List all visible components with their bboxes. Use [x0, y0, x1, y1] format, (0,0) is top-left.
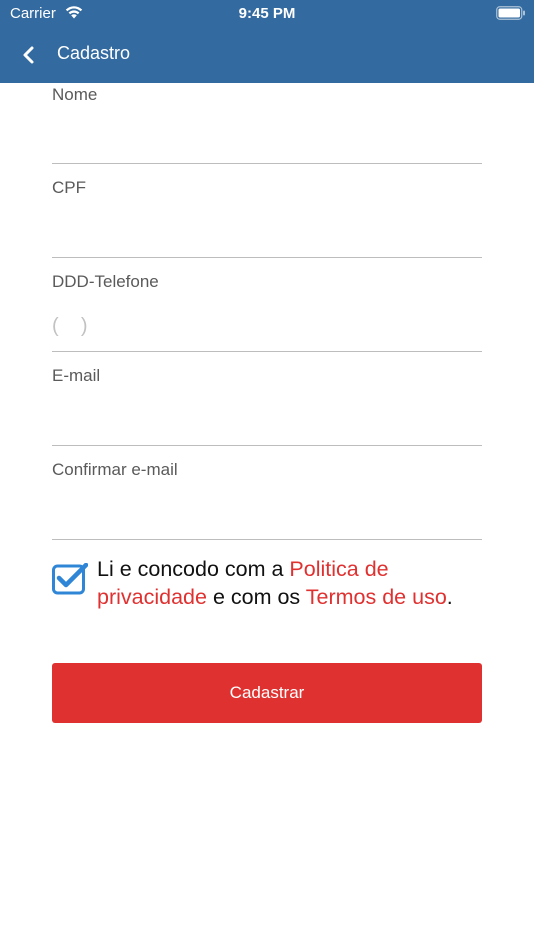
checkbox-checked-icon[interactable] — [52, 563, 88, 595]
field-nome: Nome — [52, 83, 482, 164]
cpf-input[interactable] — [52, 212, 482, 252]
terms-text: Li e concodo com a Politica de privacida… — [97, 555, 482, 611]
field-email: E-mail — [52, 352, 482, 446]
cadastrar-button[interactable]: Cadastrar — [52, 663, 482, 723]
battery-icon — [496, 6, 525, 20]
email-input[interactable] — [52, 400, 482, 440]
field-confirmar-email: Confirmar e-mail — [52, 446, 482, 540]
nome-input[interactable] — [52, 109, 482, 149]
status-time: 9:45 PM — [238, 5, 296, 22]
navigation-bar: Cadastro — [0, 36, 534, 72]
status-bar: Carrier 9:45 PM — [0, 0, 534, 28]
registration-form: Nome CPF DDD-Telefone E-mail Confirmar e… — [52, 83, 482, 540]
field-telefone: DDD-Telefone — [52, 258, 482, 352]
field-label-nome: Nome — [52, 85, 98, 104]
top-bar: Carrier 9:45 PM Cadastro — [0, 0, 534, 83]
terms-text-part: Li e concodo com a — [97, 557, 290, 581]
field-label-confirmar-email: Confirmar e-mail — [52, 460, 178, 479]
field-label-telefone: DDD-Telefone — [52, 272, 159, 291]
terms-text-part: . — [446, 585, 453, 609]
terms-text-part: e com os — [206, 585, 306, 609]
confirmar-email-input[interactable] — [52, 494, 482, 534]
terms-of-use-link[interactable]: Termos de uso — [306, 585, 447, 609]
field-label-cpf: CPF — [52, 178, 86, 197]
field-cpf: CPF — [52, 164, 482, 258]
terms-agreement: Li e concodo com a Politica de privacida… — [52, 555, 482, 639]
field-label-email: E-mail — [52, 366, 101, 385]
page-title: Cadastro — [57, 43, 131, 63]
chevron-left-icon[interactable] — [14, 40, 44, 70]
telefone-input[interactable] — [52, 306, 482, 346]
